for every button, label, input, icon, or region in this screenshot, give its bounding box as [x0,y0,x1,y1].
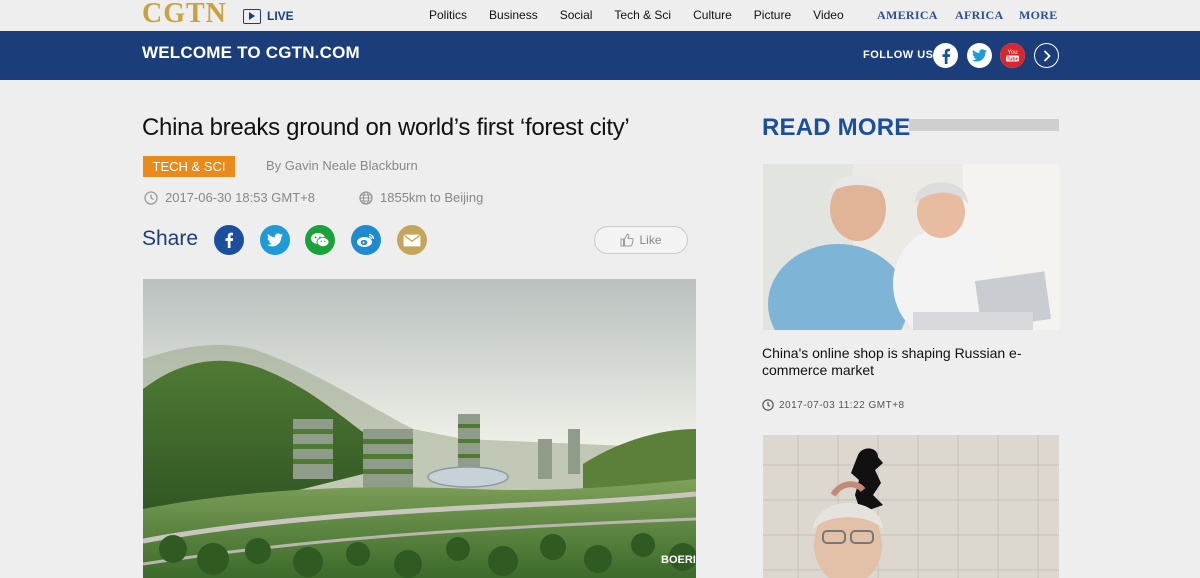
article-byline: By Gavin Neale Blackburn [266,158,418,173]
read-more-card-image[interactable] [763,164,1059,330]
share-mail-icon[interactable] [397,225,427,255]
share-facebook-icon[interactable] [214,225,244,255]
live-play-icon [243,8,261,24]
cgtn-logo[interactable]: CGTN [142,0,227,28]
clock-icon [762,399,774,411]
share-label: Share [142,227,199,250]
nav-item-picture[interactable]: Picture [754,8,791,22]
nav-item-tech-sci[interactable]: Tech & Sci [614,8,671,22]
main-nav: Politics Business Social Tech & Sci Cult… [429,8,866,22]
read-more-card-datetime: 2017-07-03 11:22 GMT+8 [762,399,905,411]
nav-region-america[interactable]: AMERICA [877,8,938,23]
share-weibo-icon[interactable] [351,225,381,255]
nav-region-more[interactable]: MORE [1019,8,1058,23]
svg-text:You: You [1007,50,1017,56]
nav-item-social[interactable]: Social [560,8,593,22]
read-more-card-image-2[interactable] [763,435,1059,578]
article-datetime: 2017-06-30 18:53 GMT+8 [144,190,315,205]
read-more-heading: READ MORE [762,114,911,141]
nav-region-africa[interactable]: AFRICA [955,8,1003,23]
youtube-icon[interactable]: You Tube [1000,43,1025,68]
welcome-banner: WELCOME TO CGTN.COM FOLLOW US You Tube [0,31,1200,80]
article-hero-image: BOERI [143,279,696,578]
like-label: Like [639,233,662,247]
follow-us-label: FOLLOW US [863,49,934,61]
category-tag[interactable]: TECH & SCI [143,156,235,177]
live-link[interactable]: LIVE [243,7,294,25]
datetime-text: 2017-06-30 18:53 GMT+8 [165,190,315,205]
distance-text: 1855km to Beijing [380,190,484,205]
card-datetime-text: 2017-07-03 11:22 GMT+8 [779,399,905,411]
image-watermark: BOERI [661,554,696,566]
nav-item-politics[interactable]: Politics [429,8,467,22]
article-title: China breaks ground on world’s first ‘fo… [142,114,630,141]
nav-item-video[interactable]: Video [813,8,843,22]
clock-icon [144,190,158,205]
read-more-divider [909,119,1059,131]
globe-icon [359,190,373,205]
twitter-icon[interactable] [967,43,992,68]
read-more-card-title[interactable]: China's online shop is shaping Russian e… [762,345,1058,379]
live-label: LIVE [267,9,294,23]
welcome-text: WELCOME TO CGTN.COM [142,43,360,62]
chevron-right-icon[interactable] [1034,43,1059,68]
nav-item-business[interactable]: Business [489,8,538,22]
share-twitter-icon[interactable] [260,225,290,255]
share-wechat-icon[interactable] [305,225,335,255]
top-navigation: CGTN LIVE Politics Business Social Tech … [0,0,1200,31]
article-distance: 1855km to Beijing [359,190,483,205]
thumbs-up-icon [620,233,635,247]
nav-item-culture[interactable]: Culture [693,8,732,22]
svg-text:Tube: Tube [1006,56,1018,62]
facebook-icon[interactable] [933,43,958,68]
like-button[interactable]: Like [594,226,688,254]
